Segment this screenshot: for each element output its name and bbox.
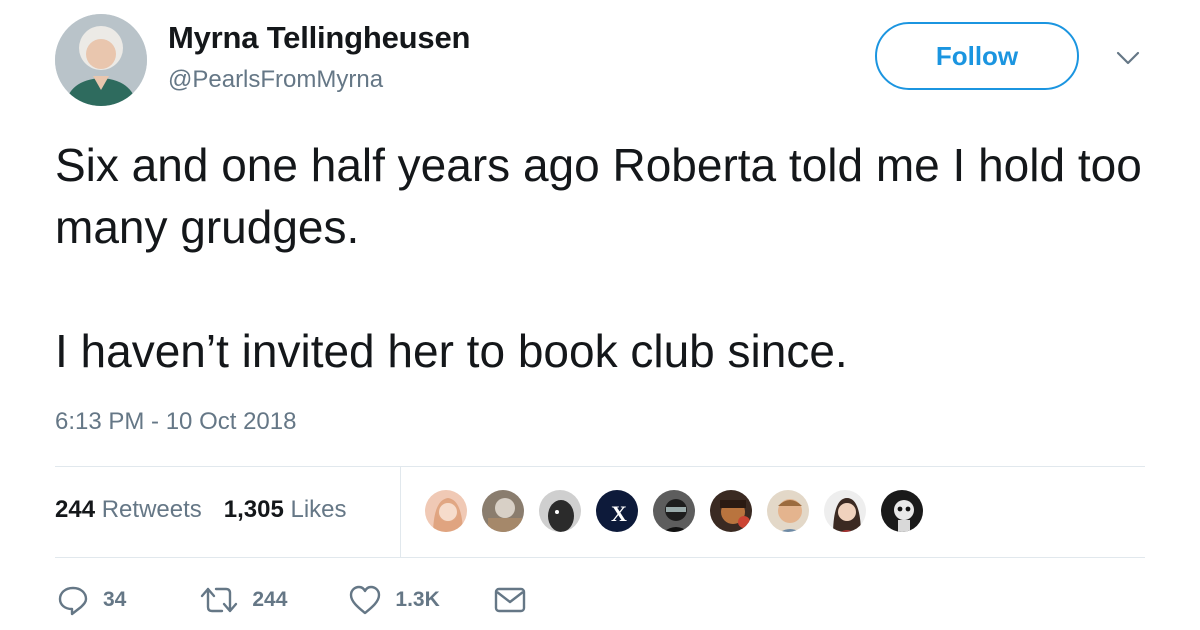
like-count: 1.3K <box>395 588 440 611</box>
heart-icon <box>349 585 381 615</box>
retweet-icon <box>200 585 238 615</box>
liker-avatar[interactable] <box>708 488 754 534</box>
divider <box>400 467 401 557</box>
likes-count: 1,305 <box>223 496 284 523</box>
liker-avatar[interactable] <box>879 488 925 534</box>
liker-avatars: X <box>423 488 925 534</box>
retweets-count: 244 <box>55 496 96 523</box>
retweets-stat[interactable]: 244 Retweets <box>55 496 202 524</box>
likes-stat[interactable]: 1,305 Likes <box>224 496 347 524</box>
divider <box>55 557 1145 558</box>
reply-count: 34 <box>103 588 127 611</box>
liker-avatar[interactable] <box>765 488 811 534</box>
retweets-label: Retweets <box>101 496 202 523</box>
tweet-paragraph: I haven’t invited her to book club since… <box>55 325 848 377</box>
tweet-actions: 34 244 1.3K <box>55 584 526 616</box>
avatar[interactable] <box>55 14 147 106</box>
envelope-icon <box>494 586 526 614</box>
divider <box>55 466 1145 467</box>
retweet-count: 244 <box>252 588 288 611</box>
direct-message-button[interactable] <box>494 586 526 614</box>
retweet-button[interactable]: 244 <box>200 585 287 615</box>
chevron-down-icon[interactable] <box>1114 48 1142 68</box>
tweet-paragraph: Six and one half years ago Roberta told … <box>55 139 1142 253</box>
liker-avatar[interactable] <box>651 488 697 534</box>
tweet-text: Six and one half years ago Roberta told … <box>55 134 1155 382</box>
liker-avatar[interactable] <box>480 488 526 534</box>
liker-avatar[interactable] <box>822 488 868 534</box>
liker-avatar[interactable]: X <box>594 488 640 534</box>
tweet-timestamp[interactable]: 6:13 PM - 10 Oct 2018 <box>55 408 296 436</box>
liker-avatar[interactable] <box>537 488 583 534</box>
like-button[interactable]: 1.3K <box>349 585 440 615</box>
likes-label: Likes <box>290 496 347 523</box>
tweet-stats: 244 Retweets 1,305 Likes <box>55 496 347 524</box>
reply-button[interactable]: 34 <box>57 584 126 616</box>
author-display-name[interactable]: Myrna Tellingheusen <box>168 20 470 56</box>
author-handle[interactable]: @PearlsFromMyrna <box>168 66 383 94</box>
liker-avatar[interactable] <box>423 488 469 534</box>
reply-icon <box>57 584 89 616</box>
svg-text:X: X <box>611 501 627 526</box>
follow-button[interactable]: Follow <box>875 22 1079 90</box>
